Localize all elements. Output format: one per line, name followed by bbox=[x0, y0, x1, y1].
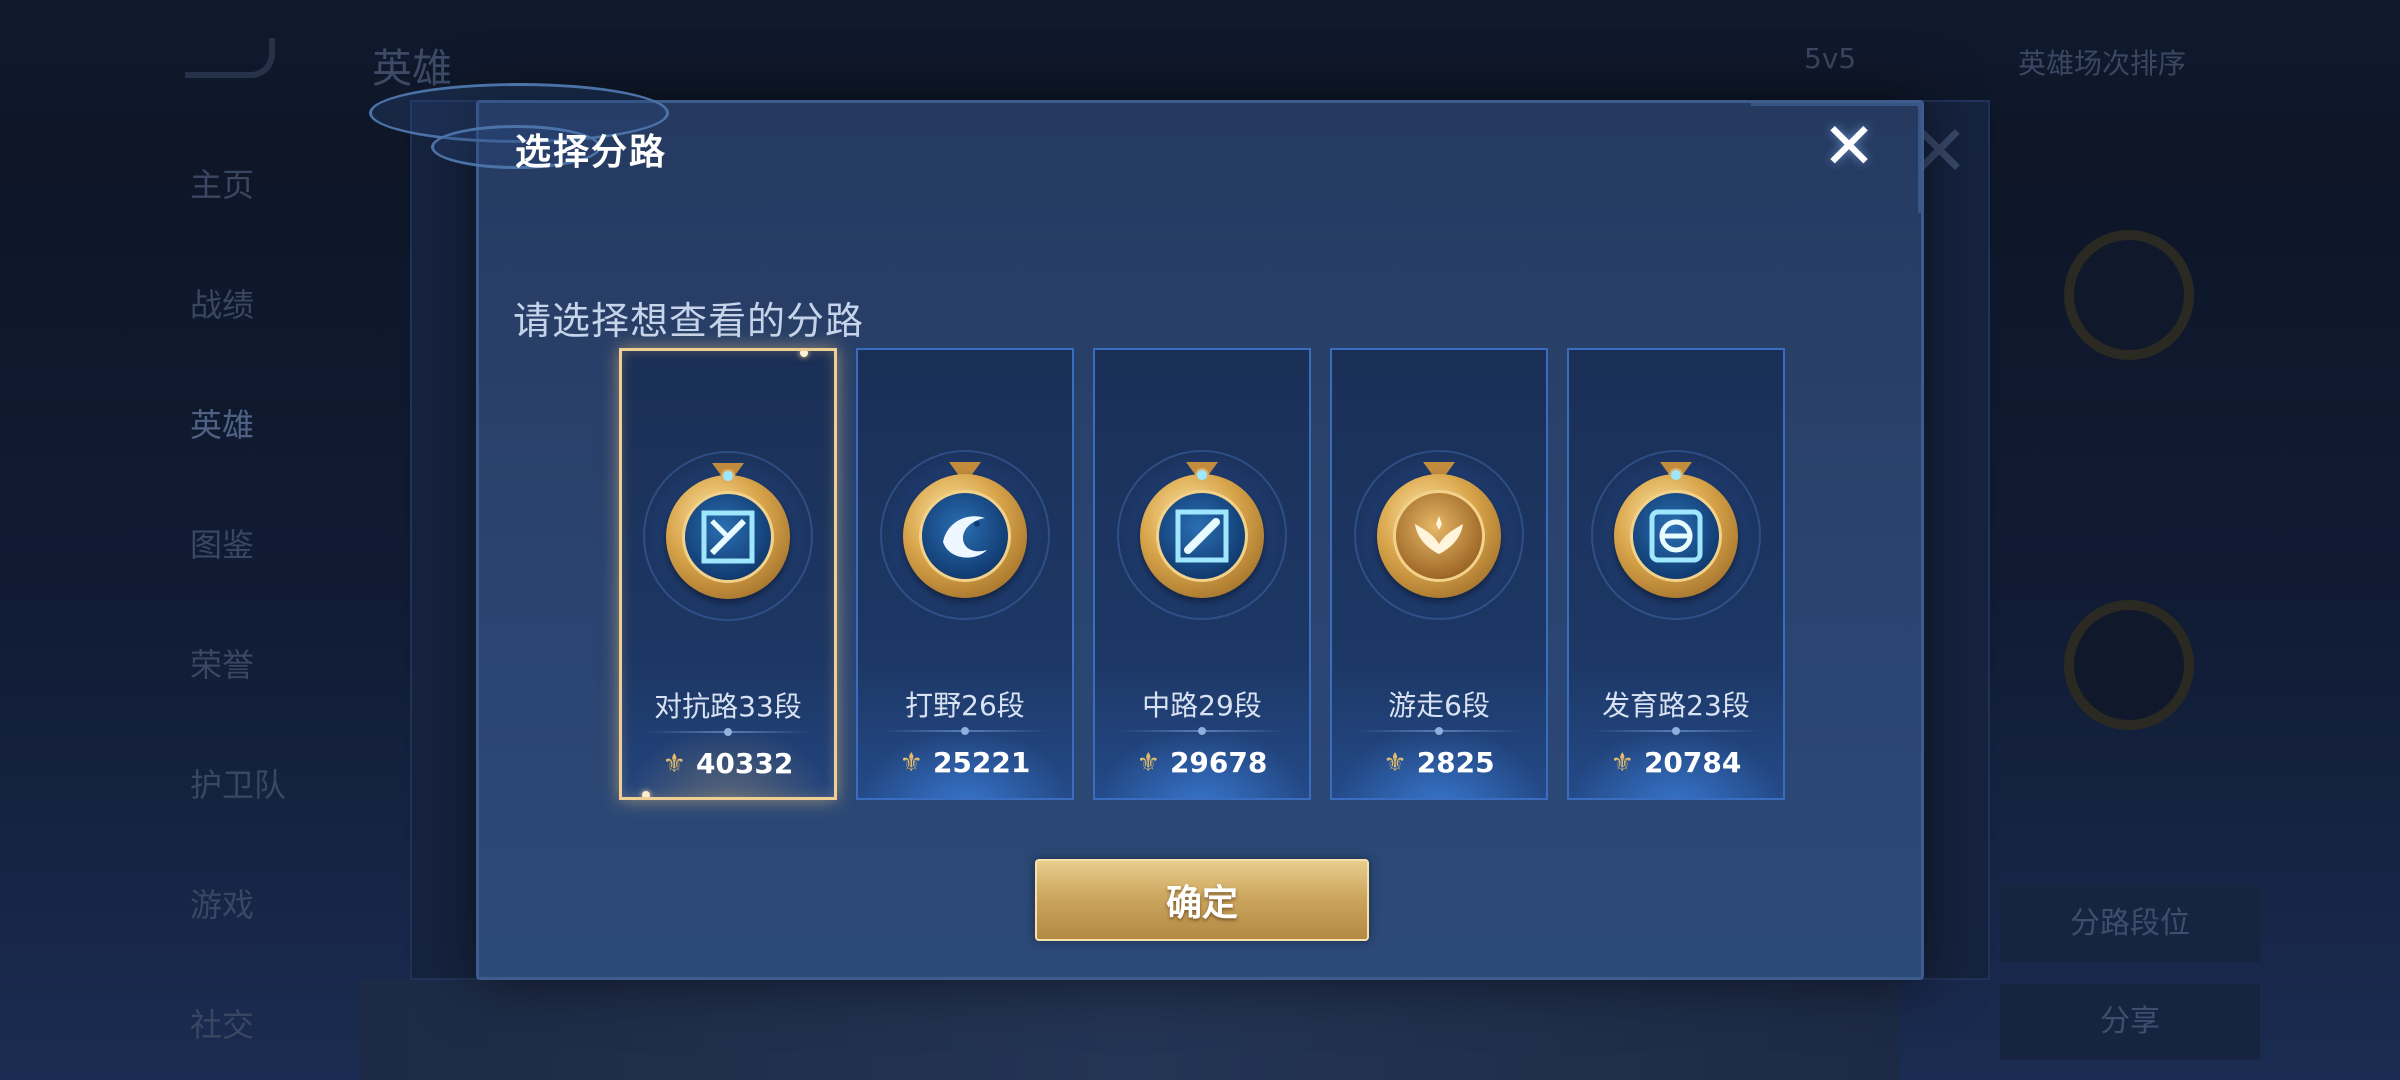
lane-card-jungle[interactable]: 打野26段 ⚜ 25221 bbox=[856, 348, 1074, 800]
lane-prompt: 请选择想查看的分路 bbox=[513, 299, 865, 343]
back-icon bbox=[185, 38, 275, 78]
card-divider bbox=[1119, 727, 1285, 735]
lane-score-value: 20784 bbox=[1643, 746, 1742, 779]
background-sidebar: 主页 战绩 英雄 图鉴 荣誉 护卫队 游戏 社交 bbox=[0, 120, 360, 1080]
sidebar-item-social: 社交 bbox=[190, 1006, 255, 1044]
sidebar-item-codex: 图鉴 bbox=[190, 526, 255, 564]
sword-cross-icon bbox=[666, 469, 790, 599]
close-button[interactable]: ✕ bbox=[1817, 115, 1881, 179]
lane-card-clash[interactable]: 对抗路33段 ⚜ 40332 bbox=[619, 348, 837, 800]
selection-dot bbox=[642, 791, 650, 797]
dragon-icon bbox=[903, 474, 1027, 598]
power-icon: ⚜ bbox=[899, 747, 923, 778]
power-icon: ⚜ bbox=[1136, 747, 1160, 778]
lane-rank-label: 中路29段 bbox=[1142, 689, 1262, 722]
lane-rank-label: 对抗路33段 bbox=[654, 690, 802, 723]
close-icon: ✕ bbox=[1822, 110, 1876, 184]
background-badge-icon bbox=[2064, 230, 2194, 360]
power-icon: ⚜ bbox=[1610, 747, 1634, 778]
power-icon: ⚜ bbox=[1383, 747, 1407, 778]
background-lane-rank-button: 分路段位 bbox=[2000, 886, 2260, 962]
lane-rank-label: 打野26段 bbox=[905, 689, 1025, 722]
sidebar-item-game: 游戏 bbox=[190, 886, 255, 924]
lane-score-value: 29678 bbox=[1169, 746, 1268, 779]
lane-score: ⚜ 20784 bbox=[1569, 746, 1783, 779]
background-badge-icon bbox=[2064, 600, 2194, 730]
dialog-title: 选择分路 bbox=[515, 132, 668, 173]
lane-card-roam[interactable]: 游走6段 ⚜ 2825 bbox=[1330, 348, 1548, 800]
confirm-button[interactable]: 确定 bbox=[1035, 859, 1369, 941]
selection-dot bbox=[800, 351, 808, 357]
mode-filter: 5v5 bbox=[1804, 42, 1857, 75]
staff-icon bbox=[1140, 468, 1264, 598]
lane-score-value: 40332 bbox=[695, 747, 794, 780]
sidebar-item-record: 战绩 bbox=[190, 286, 255, 324]
lane-rank-label: 发育路23段 bbox=[1602, 689, 1750, 722]
background-share-button: 分享 bbox=[2000, 984, 2260, 1060]
card-divider bbox=[1356, 727, 1522, 735]
card-divider bbox=[882, 727, 1048, 735]
sidebar-item-honor: 荣誉 bbox=[190, 646, 255, 684]
lane-card-mid[interactable]: 中路29段 ⚜ 29678 bbox=[1093, 348, 1311, 800]
lane-score: ⚜ 25221 bbox=[858, 746, 1072, 779]
card-divider bbox=[1593, 727, 1759, 735]
sidebar-item-home: 主页 bbox=[190, 166, 255, 204]
lane-score: ⚜ 2825 bbox=[1332, 746, 1546, 779]
lane-score: ⚜ 40332 bbox=[622, 747, 834, 780]
power-icon: ⚜ bbox=[662, 748, 686, 779]
sidebar-item-guard: 护卫队 bbox=[190, 766, 287, 804]
background-hero-strip bbox=[360, 980, 1900, 1080]
lane-score-value: 2825 bbox=[1416, 746, 1495, 779]
lane-rank-label: 游走6段 bbox=[1388, 689, 1490, 722]
lane-select-dialog: 选择分路 ✕ 请选择想查看的分路 对抗路33段 ⚜ 40332 打野26段 ⚜ … bbox=[369, 83, 1924, 980]
lane-score-value: 25221 bbox=[932, 746, 1031, 779]
card-divider bbox=[646, 728, 810, 736]
wings-icon bbox=[1377, 474, 1501, 598]
target-icon bbox=[1614, 468, 1738, 598]
lane-card-list: 对抗路33段 ⚜ 40332 打野26段 ⚜ 25221 中路29段 ⚜ 296… bbox=[619, 348, 1789, 800]
sidebar-item-hero: 英雄 bbox=[190, 406, 255, 444]
sort-filter: 英雄场次排序 bbox=[2018, 47, 2187, 80]
background-title: 英雄 bbox=[372, 46, 452, 92]
lane-card-farm[interactable]: 发育路23段 ⚜ 20784 bbox=[1567, 348, 1785, 800]
lane-score: ⚜ 29678 bbox=[1095, 746, 1309, 779]
